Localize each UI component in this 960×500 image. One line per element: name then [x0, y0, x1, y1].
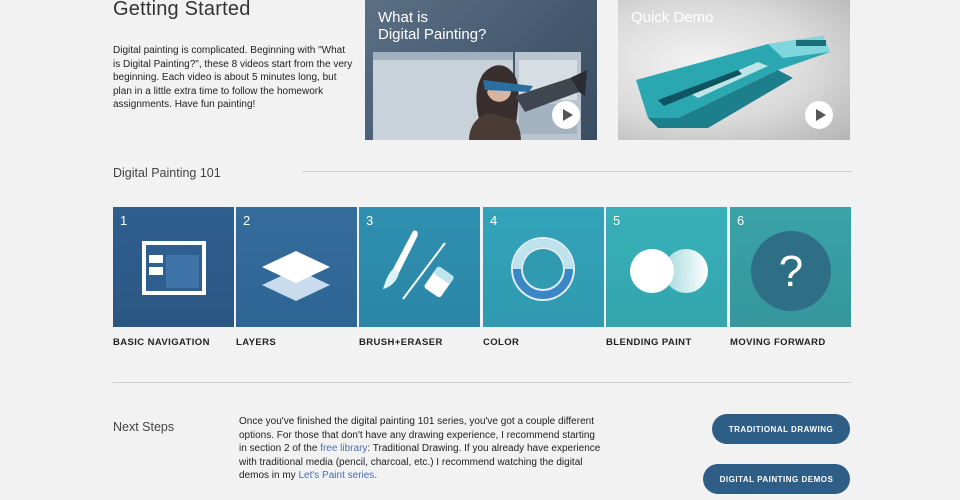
lesson-label[interactable]: LAYERS: [236, 337, 276, 348]
intro-text: Digital painting is complicated. Beginni…: [113, 45, 353, 111]
lesson-label[interactable]: BLENDING PAINT: [606, 337, 692, 348]
lesson-tile-moving-forward[interactable]: 6 ?: [730, 207, 851, 327]
lesson-label[interactable]: COLOR: [483, 337, 519, 348]
svg-text:?: ?: [779, 247, 803, 296]
window-icon: [142, 241, 206, 295]
video-quick-demo[interactable]: Quick Demo: [618, 0, 850, 140]
lesson-label[interactable]: MOVING FORWARD: [730, 337, 826, 348]
traditional-drawing-button[interactable]: TRADITIONAL DRAWING: [712, 414, 850, 444]
video-what-is-digital-painting[interactable]: What is Digital Painting?: [365, 0, 597, 140]
next-steps-text: Once you've finished the digital paintin…: [239, 415, 604, 483]
page-title: Getting Started: [113, 0, 251, 20]
play-icon[interactable]: [805, 101, 833, 129]
next-steps-text-part: .: [374, 470, 378, 481]
brush-eraser-icon: [383, 230, 454, 300]
layers-icon: [262, 251, 330, 301]
free-library-link[interactable]: free library: [320, 443, 367, 454]
divider: [113, 382, 851, 383]
digital-painting-demos-button[interactable]: DIGITAL PAINTING DEMOS: [703, 464, 850, 494]
lesson-label[interactable]: BRUSH+ERASER: [359, 337, 443, 348]
video-title: Quick Demo: [631, 9, 714, 26]
color-ring-icon: [511, 237, 575, 301]
section-title-next-steps: Next Steps: [113, 420, 175, 434]
video-title: What is Digital Painting?: [378, 9, 487, 43]
lets-paint-series-link[interactable]: Let's Paint series: [298, 470, 374, 481]
play-icon[interactable]: [552, 101, 580, 129]
section-title-digital-painting-101: Digital Painting 101: [113, 166, 221, 180]
lesson-label[interactable]: BASIC NAVIGATION: [113, 337, 210, 348]
blend-circles-icon: [630, 249, 708, 293]
lesson-tile-brush-eraser[interactable]: 3: [359, 207, 480, 327]
lesson-tile-basic-navigation[interactable]: 1: [113, 207, 234, 327]
lesson-tile-color[interactable]: 4: [483, 207, 604, 327]
divider: [302, 171, 851, 172]
lesson-tile-layers[interactable]: 2: [236, 207, 357, 327]
question-icon: ?: [751, 231, 831, 311]
lesson-tile-blending-paint[interactable]: 5: [606, 207, 727, 327]
